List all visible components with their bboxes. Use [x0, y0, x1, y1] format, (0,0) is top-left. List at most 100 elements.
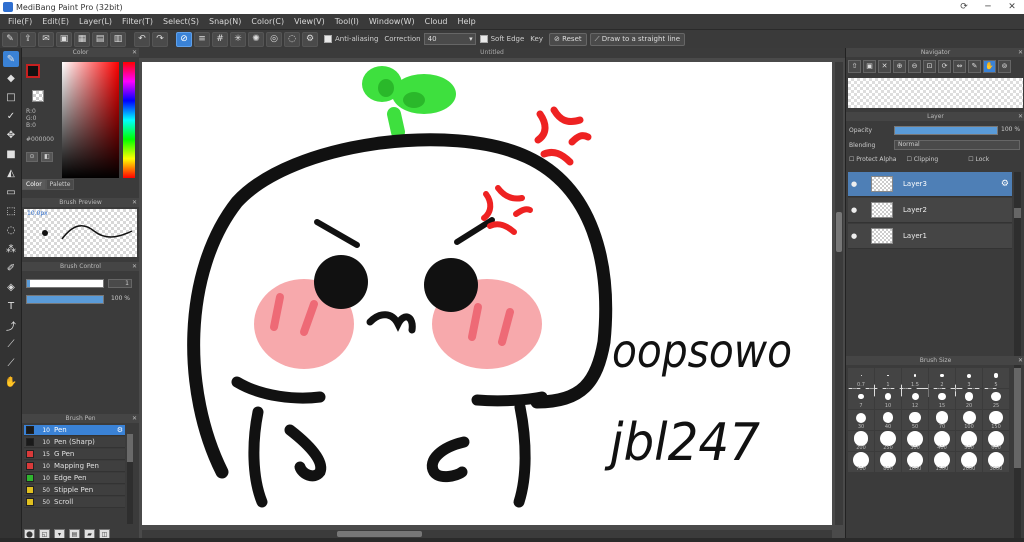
- menu-tool[interactable]: Tool(I): [330, 17, 364, 26]
- brush-size-cell[interactable]: 1.5: [902, 368, 928, 388]
- brush-item[interactable]: 10 Edge Pen: [24, 473, 125, 484]
- navigator-preview[interactable]: [848, 78, 1023, 108]
- zoom-out-icon[interactable]: ⊖: [908, 60, 921, 73]
- brush-size-cell[interactable]: 600: [983, 430, 1009, 451]
- brush-item[interactable]: 10 Pen (Sharp): [24, 437, 125, 448]
- brush-size-cell[interactable]: 0.7: [848, 368, 874, 388]
- snap-cross-icon[interactable]: #: [212, 31, 228, 47]
- text-tool-icon[interactable]: T: [3, 298, 19, 314]
- soft-edge-checkbox[interactable]: [479, 35, 488, 43]
- brush-size-cell[interactable]: 10: [875, 389, 901, 409]
- lasso-tool-icon[interactable]: ◌: [3, 222, 19, 238]
- clipping-checkbox[interactable]: ☐ Clipping: [906, 156, 938, 163]
- brush-size-cell[interactable]: 15: [929, 389, 955, 409]
- select-pen-icon[interactable]: ✐: [3, 260, 19, 276]
- eye-icon[interactable]: ●: [851, 232, 861, 240]
- brush-size-cell[interactable]: 200: [848, 431, 874, 451]
- brush-size-cell[interactable]: 50: [902, 410, 928, 430]
- layer-row-layer1[interactable]: ● Layer1: [848, 224, 1012, 249]
- eye-icon[interactable]: ●: [851, 180, 861, 188]
- grid-icon[interactable]: ▦: [74, 31, 90, 47]
- add-palette-icon[interactable]: ◧: [41, 152, 53, 162]
- menu-snap[interactable]: Snap(N): [204, 17, 246, 26]
- brush-opacity-slider[interactable]: [26, 295, 104, 304]
- brush-size-cell[interactable]: 70: [929, 410, 955, 430]
- brush-item[interactable]: 10 Mapping Pen: [24, 461, 125, 472]
- brush-size-cell[interactable]: 3000: [983, 451, 1009, 472]
- panel-close-icon[interactable]: ✕: [1018, 48, 1023, 57]
- eye-icon[interactable]: ●: [851, 206, 861, 214]
- snap-off-icon[interactable]: ⊘: [176, 31, 192, 47]
- rotate-icon[interactable]: ⟳: [938, 60, 951, 73]
- straight-line-button[interactable]: ⟋ Draw to a straight line: [589, 32, 686, 46]
- menu-view[interactable]: View(V): [289, 17, 330, 26]
- comment-icon[interactable]: ✉: [38, 31, 54, 47]
- snap-vanish-icon[interactable]: ✳: [230, 31, 246, 47]
- antialias-checkbox[interactable]: [324, 35, 332, 43]
- hue-slider[interactable]: [123, 62, 135, 178]
- blending-select[interactable]: Normal: [894, 140, 1020, 150]
- layer-row-layer3[interactable]: ● Layer3 ⚙: [848, 172, 1012, 197]
- hand-icon[interactable]: ✋: [983, 60, 996, 73]
- brush-size-cell[interactable]: 150: [983, 410, 1009, 430]
- move-tool-icon[interactable]: ✥: [3, 127, 19, 143]
- layer-row-layer2[interactable]: ● Layer2: [848, 198, 1012, 223]
- brush-size-cell[interactable]: 30: [848, 410, 874, 430]
- eraser-tool-icon[interactable]: ◆: [3, 70, 19, 86]
- menu-filter[interactable]: Filter(T): [117, 17, 158, 26]
- pen-icon[interactable]: ✎: [2, 31, 18, 47]
- nav-up-icon[interactable]: ⇧: [848, 60, 861, 73]
- menu-edit[interactable]: Edit(E): [37, 17, 74, 26]
- lock-checkbox[interactable]: ☐ Lock: [968, 156, 989, 163]
- snap-parallel-icon[interactable]: ≡: [194, 31, 210, 47]
- brush-size-value[interactable]: 1: [108, 279, 132, 288]
- tab-color[interactable]: Color: [22, 179, 46, 190]
- brush-size-cell[interactable]: 1000: [902, 451, 928, 472]
- brush-size-cell[interactable]: 2000: [956, 451, 982, 472]
- nav-frame-icon[interactable]: ▣: [863, 60, 876, 73]
- gradient-tool-icon[interactable]: ▭: [3, 184, 19, 200]
- check-tool-icon[interactable]: ✓: [3, 108, 19, 124]
- refresh-icon[interactable]: ⟳: [952, 0, 976, 14]
- redo-icon[interactable]: ↷: [152, 31, 168, 47]
- panel-close-icon[interactable]: ✕: [1018, 356, 1023, 365]
- layer-scrollbar[interactable]: [1014, 172, 1021, 382]
- panel-close-icon[interactable]: ✕: [132, 262, 137, 271]
- brush-item[interactable]: 50 Stipple Pen: [24, 485, 125, 496]
- saturation-value-picker[interactable]: [62, 62, 119, 178]
- menu-help[interactable]: Help: [452, 17, 480, 26]
- brush-size-cell[interactable]: 500: [956, 430, 982, 451]
- size-scroll-thumb[interactable]: [1014, 368, 1021, 468]
- brush-size-cell[interactable]: 300: [902, 430, 928, 451]
- select-tool-icon[interactable]: ⬚: [3, 203, 19, 219]
- menu-layer[interactable]: Layer(L): [74, 17, 117, 26]
- shape-tool-icon[interactable]: ■: [3, 146, 19, 162]
- hscroll-thumb[interactable]: [337, 531, 422, 537]
- foreground-color[interactable]: [26, 64, 40, 78]
- snap-circle-icon[interactable]: ◎: [266, 31, 282, 47]
- brush-item[interactable]: 10 Pen ⚙: [24, 425, 125, 436]
- brush-opacity-value[interactable]: 100 %: [108, 295, 132, 304]
- export-icon[interactable]: ⇪: [20, 31, 36, 47]
- brush-size-cell[interactable]: 40: [875, 410, 901, 430]
- snap-radial-icon[interactable]: ✺: [248, 31, 264, 47]
- tab-palette[interactable]: Palette: [45, 179, 75, 190]
- brush-item[interactable]: 50 Scroll: [24, 497, 125, 508]
- nav-close-icon[interactable]: ✕: [878, 60, 891, 73]
- brush-size-cell[interactable]: 400: [929, 430, 955, 451]
- pen-icon[interactable]: ✎: [968, 60, 981, 73]
- hand-tool-icon[interactable]: ✋: [3, 374, 19, 390]
- document-icon[interactable]: ▤: [92, 31, 108, 47]
- flip-icon[interactable]: ⇔: [953, 60, 966, 73]
- brush-item[interactable]: 15 G Pen: [24, 449, 125, 460]
- eyedropper-alt-icon[interactable]: ⟋: [3, 355, 19, 371]
- page-icon[interactable]: ▥: [110, 31, 126, 47]
- brush-scroll-thumb[interactable]: [127, 434, 133, 462]
- drawing-canvas[interactable]: oopsowo jbl247: [142, 62, 832, 525]
- minimize-button[interactable]: ─: [976, 0, 1000, 14]
- layer-opacity-slider[interactable]: [894, 126, 998, 135]
- gear-icon[interactable]: ⚙: [117, 426, 123, 434]
- menu-window[interactable]: Window(W): [364, 17, 420, 26]
- menu-cloud[interactable]: Cloud: [420, 17, 453, 26]
- panel-close-icon[interactable]: ✕: [132, 48, 137, 57]
